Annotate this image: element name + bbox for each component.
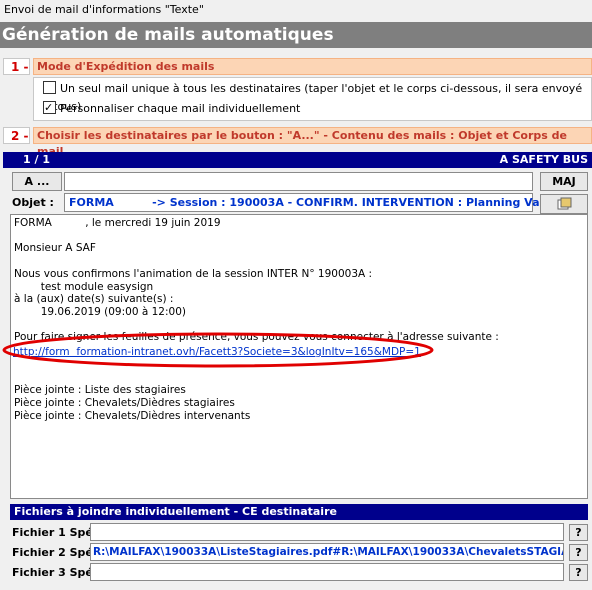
- recipients-field[interactable]: [64, 172, 533, 191]
- mail-body-line: FORMA , le mercredi 19 juin 2019: [14, 217, 221, 229]
- file-3-field[interactable]: [90, 563, 564, 581]
- file-2-field[interactable]: R:\MAILFAX\190033A\ListeStagiaires.pdf#R…: [90, 543, 564, 561]
- mail-body-line: test module easysign: [14, 280, 154, 293]
- record-bar: 1 / 1 A SAFETY BUS: [3, 152, 592, 168]
- subject-field[interactable]: FORMA -> Session : 190003A - CONFIRM. IN…: [64, 193, 562, 212]
- personalize-checkbox[interactable]: [43, 99, 56, 117]
- record-counter: 1 / 1: [23, 153, 50, 166]
- subject-label: Objet :: [12, 196, 54, 209]
- mail-body-line: Nous vous confirmons l'animation de la s…: [14, 267, 373, 280]
- send-mode-options: Un seul mail unique à tous les destinata…: [33, 77, 592, 121]
- section-2-title: Choisir les destinataires par le bouton …: [33, 127, 592, 158]
- section-1-title: Mode d'Expédition des mails: [33, 58, 592, 75]
- file-2-label: Fichier 2 Spé:: [12, 546, 98, 559]
- personalize-label: Personnaliser chaque mail individuelleme…: [60, 102, 301, 115]
- mail-body-line: à la (aux) date(s) suivante(s) :: [14, 293, 174, 306]
- highlight-ellipse: [2, 332, 434, 368]
- mail-body-line: Pièce jointe : Chevalets/Dièdres interve…: [14, 409, 251, 422]
- attach-icon-button[interactable]: [540, 194, 588, 214]
- maj-button[interactable]: MAJ: [540, 172, 588, 191]
- section-1-number: 1 -: [3, 58, 30, 75]
- mail-body-text: FORMA , le mercredi 19 juin 2019 Monsieu…: [14, 217, 499, 344]
- attachments-header: Fichiers à joindre individuellement - CE…: [10, 504, 588, 520]
- file-2-browse-button[interactable]: ?: [569, 544, 588, 561]
- mail-body-line: 19.06.2019 (09:00 à 12:00): [14, 305, 186, 318]
- mail-body-line: Pièce jointe : Liste des stagiaires: [14, 384, 186, 397]
- mail-body-line: [14, 255, 499, 268]
- mail-body-line: Pièce jointe : Chevalets/Dièdres stagiai…: [14, 397, 235, 410]
- file-3-browse-button[interactable]: ?: [569, 564, 588, 581]
- file-1-browse-button[interactable]: ?: [569, 524, 588, 541]
- window-title: Envoi de mail d'informations "Texte": [4, 3, 204, 16]
- option-single-mail[interactable]: Un seul mail unique à tous les destinata…: [43, 80, 591, 113]
- mail-body-line: Monsieur A SAF: [14, 242, 96, 255]
- file-1-field[interactable]: [90, 523, 564, 541]
- company-name: A SAFETY BUS: [499, 153, 588, 166]
- mail-body-line: [14, 230, 499, 243]
- file-1-label: Fichier 1 Spé:: [12, 526, 98, 539]
- option-personalize[interactable]: Personnaliser chaque mail individuelleme…: [43, 99, 591, 118]
- page-banner: Génération de mails automatiques: [0, 22, 592, 48]
- file-3-label: Fichier 3 Spé:: [12, 566, 98, 579]
- paperclip-icon: [557, 197, 572, 210]
- section-2-number: 2 -: [3, 127, 30, 144]
- single-mail-checkbox[interactable]: [43, 81, 56, 94]
- to-button[interactable]: A ...: [12, 172, 62, 191]
